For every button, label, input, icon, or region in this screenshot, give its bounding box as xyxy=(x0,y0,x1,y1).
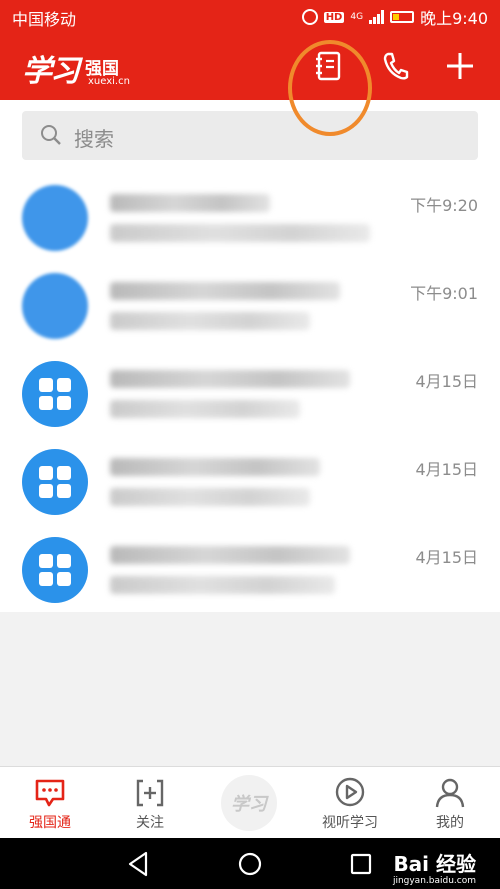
tab-video-learning[interactable]: 视听学习 xyxy=(300,767,400,839)
xuexi-logo: 学习 强国 xuexi.cn xyxy=(22,46,130,90)
recents-icon[interactable] xyxy=(345,848,377,880)
tab-label: 强国通 xyxy=(29,815,71,831)
conversation-list: 下午9:20 下午9:01 4月15日 4月15日 4月15日 xyxy=(0,172,500,612)
conversation-preview-redacted xyxy=(110,488,310,506)
conversation-row[interactable]: 4月15日 xyxy=(0,436,500,524)
logo-domain: xuexi.cn xyxy=(88,76,130,87)
avatar xyxy=(22,361,88,427)
bottom-nav: 强国通 关注 学习 视听学习 我的 xyxy=(0,766,500,839)
avatar xyxy=(22,537,88,603)
battery-icon xyxy=(390,11,415,23)
conversation-row[interactable]: 4月15日 xyxy=(0,348,500,436)
add-follow-icon xyxy=(136,779,164,807)
conversation-preview-redacted xyxy=(110,312,310,330)
home-icon[interactable] xyxy=(234,848,266,880)
play-icon xyxy=(335,777,365,807)
search-icon xyxy=(41,125,61,145)
chat-icon xyxy=(35,779,65,807)
conversation-title-redacted xyxy=(110,282,340,300)
conversation-time: 4月15日 xyxy=(415,548,478,567)
hd-badge: HD xyxy=(323,11,345,23)
clock: 晚上9:40 xyxy=(420,9,488,28)
avatar xyxy=(22,185,88,251)
search-input[interactable]: 搜索 xyxy=(22,111,478,160)
signal-icon xyxy=(369,10,385,24)
conversation-title-redacted xyxy=(110,194,270,212)
xuexi-center-logo: 学习 xyxy=(221,775,277,831)
conversation-row[interactable]: 下午9:01 xyxy=(0,260,500,348)
tab-qiangguotong[interactable]: 强国通 xyxy=(0,767,100,839)
call-button[interactable] xyxy=(375,46,415,86)
conversation-preview-redacted xyxy=(110,400,300,418)
tab-label: 关注 xyxy=(136,815,164,831)
app-grid-icon xyxy=(39,554,71,586)
conversation-preview-redacted xyxy=(110,224,370,242)
add-button[interactable] xyxy=(440,46,480,86)
alarm-icon xyxy=(301,9,318,25)
search-area: 搜索 xyxy=(0,100,500,172)
logo-script: 学习 xyxy=(22,54,80,89)
tab-xuexi-home[interactable]: 学习 xyxy=(200,767,300,839)
tab-label: 我的 xyxy=(436,815,464,831)
annotation-circle xyxy=(288,40,372,136)
phone-icon xyxy=(383,52,409,80)
carrier-name: 中国移动 xyxy=(12,10,77,29)
plus-icon xyxy=(447,53,473,79)
conversation-title-redacted xyxy=(110,370,350,388)
watermark-url: jingyan.baidu.com xyxy=(392,876,476,886)
app-grid-icon xyxy=(39,378,71,410)
status-icons: HD 4G 晚上9:40 xyxy=(301,5,488,29)
watermark-brand: Bai 经验 xyxy=(393,852,476,876)
profile-icon xyxy=(435,778,465,808)
tab-label: 视听学习 xyxy=(322,815,378,831)
conversation-time: 4月15日 xyxy=(415,460,478,479)
avatar xyxy=(22,449,88,515)
back-icon[interactable] xyxy=(122,848,154,880)
system-nav-bar: Bai 经验 jingyan.baidu.com xyxy=(0,838,500,889)
conversation-title-redacted xyxy=(110,458,320,476)
conversation-time: 4月15日 xyxy=(415,372,478,391)
app-grid-icon xyxy=(39,466,71,498)
conversation-preview-redacted xyxy=(110,576,335,594)
conversation-title-redacted xyxy=(110,546,350,564)
baidu-jingyan-watermark: Bai 经验 jingyan.baidu.com xyxy=(393,848,476,886)
conversation-time: 下午9:20 xyxy=(410,196,478,215)
tab-follow[interactable]: 关注 xyxy=(100,767,200,839)
network-type: 4G xyxy=(350,12,364,22)
tab-mine[interactable]: 我的 xyxy=(400,767,500,839)
conversation-row[interactable]: 下午9:20 xyxy=(0,172,500,260)
search-placeholder: 搜索 xyxy=(74,127,114,151)
conversation-row[interactable]: 4月15日 xyxy=(0,524,500,612)
status-bar: 中国移动 HD 4G 晚上9:40 xyxy=(0,0,500,32)
conversation-time: 下午9:01 xyxy=(410,284,478,303)
app-header: 学习 强国 xuexi.cn xyxy=(0,32,500,100)
avatar xyxy=(22,273,88,339)
